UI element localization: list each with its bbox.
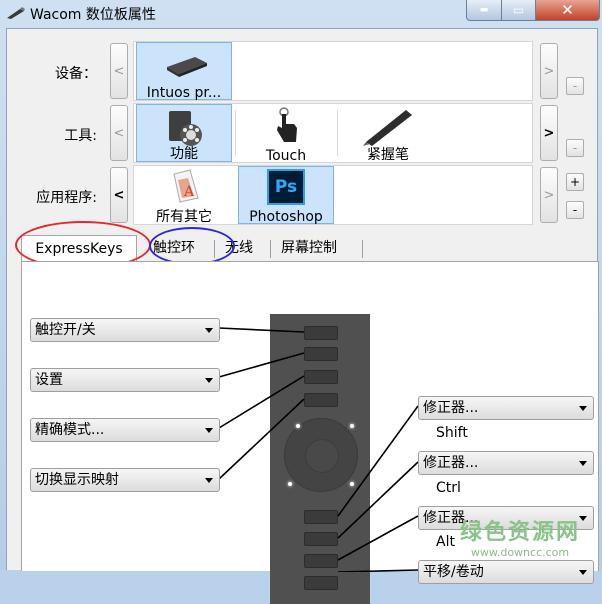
tab-separator — [362, 240, 363, 258]
chevron-down-icon — [205, 378, 213, 383]
minus-icon: - — [572, 141, 578, 155]
dropdown-value: 修正器... — [423, 400, 479, 416]
app-prev-button[interactable]: < — [110, 167, 128, 223]
tool-item-functions[interactable]: 功能 — [136, 104, 232, 162]
grip-pen-icon — [363, 110, 412, 146]
chevron-down-icon — [205, 478, 213, 483]
dropdown-value: 设置 — [35, 372, 63, 388]
window-title: Wacom 数位板属性 — [30, 7, 156, 23]
chevron-down-icon — [205, 428, 213, 433]
expresskey-3-dropdown[interactable]: 精确模式... — [30, 418, 220, 442]
watermark: 绿色资源网 www.downcc.com — [460, 514, 580, 559]
app-next-button[interactable]: > — [540, 167, 558, 223]
expresskey-1-dropdown[interactable]: 触控开/关 — [30, 318, 220, 342]
tool-item-label: 功能 — [170, 146, 198, 162]
maximize-icon: ▭ — [512, 3, 525, 17]
dropdown-value: 平移/卷动 — [423, 564, 484, 580]
dropdown-value: 切换显示映射 — [35, 472, 119, 488]
chevron-left-icon: < — [113, 125, 125, 141]
expresskey — [304, 576, 338, 590]
touch-hand-icon — [277, 107, 297, 142]
app-item-photoshop[interactable]: Ps Photoshop — [238, 166, 334, 225]
chevron-left-icon: < — [113, 63, 125, 79]
dropdown-value: 触控开/关 — [35, 322, 96, 338]
all-other-apps-icon: A — [173, 169, 199, 203]
tool-item-touch[interactable]: Touch — [238, 104, 334, 164]
expresskey-8-dropdown[interactable]: 平移/卷动 — [418, 560, 594, 584]
app-remove-button[interactable]: - — [566, 201, 584, 219]
tool-remove-button[interactable]: - — [566, 139, 584, 157]
tab-separator — [270, 240, 271, 258]
chevron-down-icon — [579, 570, 587, 575]
modifier-label: Ctrl — [436, 480, 461, 496]
chevron-down-icon — [205, 328, 213, 333]
title-bar[interactable]: Wacom 数位板属性 ▬ ▭ ✕ — [0, 0, 602, 28]
svg-text:A: A — [183, 184, 195, 200]
close-button[interactable]: ✕ — [535, 0, 600, 21]
tool-strip: 功能 Touch 紧握笔 — [133, 103, 533, 164]
expresskey-2-dropdown[interactable]: 设置 — [30, 368, 220, 392]
separator — [337, 110, 338, 156]
device-item-label: Intuos pr... — [146, 85, 222, 101]
dropdown-value: 修正器... — [423, 455, 479, 471]
app-strip: A 所有其它 Ps Photoshop — [133, 165, 533, 225]
chevron-down-icon — [579, 461, 587, 466]
chevron-right-icon: > — [543, 125, 555, 141]
app-row-label: 应用程序: — [36, 190, 97, 206]
expresskey-5-dropdown[interactable]: 修正器... — [418, 396, 594, 420]
tool-prev-button[interactable]: < — [110, 105, 128, 161]
photoshop-icon: Ps — [267, 169, 305, 205]
chevron-left-icon: < — [113, 187, 125, 203]
expresskeys-panel: 触控开/关 设置 精确模式... 切换显示映射 修正器... Shift 修正器… — [21, 261, 599, 604]
tool-item-grip-pen[interactable]: 紧握笔 — [340, 104, 436, 163]
blue-highlight-circle — [149, 227, 235, 265]
dropdown-value: 精确模式... — [35, 422, 105, 438]
modifier-label: Alt — [436, 534, 455, 550]
device-prev-button[interactable]: < — [110, 43, 128, 99]
device-remove-button[interactable]: - — [566, 77, 584, 95]
device-item-intuos[interactable]: Intuos pr... — [136, 42, 232, 101]
plus-icon: + — [569, 175, 581, 189]
close-icon: ✕ — [561, 1, 574, 19]
tab-screen-control[interactable]: 屏幕控制 — [273, 235, 345, 261]
minimize-icon: ▬ — [479, 5, 489, 15]
client-area: 设备： < Intuos pr... > - 工具: < 功能 Touch 紧握… — [6, 28, 599, 604]
tool-item-label: Touch — [265, 148, 307, 164]
minimize-button[interactable]: ▬ — [466, 0, 502, 21]
tab-label: 屏幕控制 — [281, 240, 337, 256]
wacom-properties-window: Wacom 数位板属性 ▬ ▭ ✕ 设备： < Intuos pr... > -… — [0, 0, 602, 604]
chevron-down-icon — [579, 406, 587, 411]
separator — [235, 110, 236, 156]
minus-icon: - — [572, 203, 578, 217]
minus-icon: - — [572, 79, 578, 93]
tool-item-label: 紧握笔 — [367, 147, 409, 163]
maximize-button[interactable]: ▭ — [501, 0, 536, 21]
chevron-right-icon: > — [543, 63, 555, 79]
tool-next-button[interactable]: > — [540, 105, 558, 161]
pen-icon — [7, 7, 25, 19]
functions-icon — [169, 111, 202, 146]
device-strip: Intuos pr... — [133, 41, 533, 101]
tablet-device-icon — [167, 57, 207, 77]
watermark-url: www.downcc.com — [470, 546, 570, 559]
expresskey-6-dropdown[interactable]: 修正器... — [418, 451, 594, 475]
device-next-button[interactable]: > — [540, 43, 558, 99]
expresskey-4-dropdown[interactable]: 切换显示映射 — [30, 468, 220, 492]
chevron-down-icon — [579, 516, 587, 521]
device-row-label: 设备： — [55, 66, 97, 82]
tool-row-label: 工具: — [64, 128, 97, 144]
app-item-label: 所有其它 — [156, 209, 212, 225]
modifier-label: Shift — [436, 425, 468, 441]
app-item-all-others[interactable]: A 所有其它 — [136, 166, 232, 225]
app-item-label: Photoshop — [249, 209, 323, 225]
chevron-right-icon: > — [543, 187, 555, 203]
watermark-title: 绿色资源网 — [459, 520, 580, 545]
app-add-button[interactable]: + — [566, 173, 584, 191]
